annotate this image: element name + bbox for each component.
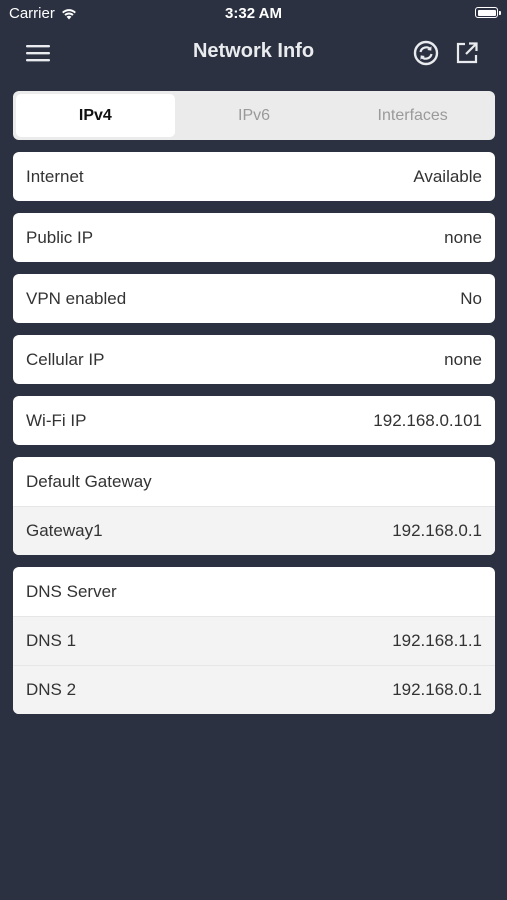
vpn-label: VPN enabled bbox=[26, 288, 127, 308]
tab-interfaces[interactable]: Interfaces bbox=[333, 94, 492, 137]
internet-card: Internet Available bbox=[13, 152, 495, 201]
gateway-label: Gateway1 bbox=[26, 521, 103, 540]
cellular-ip-card: Cellular IP none bbox=[13, 335, 495, 384]
share-icon bbox=[456, 42, 478, 64]
internet-value: Available bbox=[413, 166, 482, 186]
tab-ipv4[interactable]: IPv4 bbox=[16, 94, 175, 137]
dns-header-label: DNS Server bbox=[26, 581, 117, 601]
tab-ipv6[interactable]: IPv6 bbox=[175, 94, 334, 137]
dns-row: DNS 1 192.168.1.1 bbox=[13, 616, 495, 665]
dns-row: DNS 2 192.168.0.1 bbox=[13, 665, 495, 714]
wifi-ip-value: 192.168.0.101 bbox=[373, 410, 482, 430]
navigation-bar: Network Info bbox=[0, 28, 507, 78]
share-button[interactable] bbox=[452, 38, 482, 68]
status-bar: Carrier 3:32 AM bbox=[0, 0, 507, 28]
dns-card: DNS Server DNS 1 192.168.1.1 DNS 2 192.1… bbox=[13, 567, 495, 714]
gateway-row: Gateway1 192.168.0.1 bbox=[13, 506, 495, 555]
wifi-ip-label: Wi-Fi IP bbox=[26, 410, 87, 430]
gateway-card: Default Gateway Gateway1 192.168.0.1 bbox=[13, 457, 495, 555]
internet-row: Internet Available bbox=[13, 152, 495, 201]
dns-1-value: 192.168.1.1 bbox=[392, 631, 482, 650]
gateway-header: Default Gateway bbox=[13, 457, 495, 506]
gateway-value: 192.168.0.1 bbox=[392, 521, 482, 540]
public-ip-row: Public IP none bbox=[13, 213, 495, 262]
cellular-ip-value: none bbox=[444, 349, 482, 369]
public-ip-card: Public IP none bbox=[13, 213, 495, 262]
dns-header: DNS Server bbox=[13, 567, 495, 616]
dns-2-value: 192.168.0.1 bbox=[392, 680, 482, 699]
internet-label: Internet bbox=[26, 166, 84, 186]
public-ip-label: Public IP bbox=[26, 227, 94, 247]
gateway-header-label: Default Gateway bbox=[26, 471, 152, 491]
cellular-ip-row: Cellular IP none bbox=[13, 335, 495, 384]
refresh-button[interactable] bbox=[411, 38, 441, 68]
wifi-ip-card: Wi-Fi IP 192.168.0.101 bbox=[13, 396, 495, 445]
battery-icon bbox=[475, 7, 501, 18]
dns-2-label: DNS 2 bbox=[26, 680, 77, 699]
segmented-control: IPv4 IPv6 Interfaces bbox=[13, 91, 495, 140]
public-ip-value: none bbox=[444, 227, 482, 247]
refresh-icon bbox=[413, 40, 439, 66]
vpn-value: No bbox=[460, 288, 482, 308]
wifi-ip-row: Wi-Fi IP 192.168.0.101 bbox=[13, 396, 495, 445]
cellular-ip-label: Cellular IP bbox=[26, 349, 105, 369]
vpn-card: VPN enabled No bbox=[13, 274, 495, 323]
dns-1-label: DNS 1 bbox=[26, 631, 77, 650]
status-time: 3:32 AM bbox=[225, 5, 282, 22]
vpn-row: VPN enabled No bbox=[13, 274, 495, 323]
